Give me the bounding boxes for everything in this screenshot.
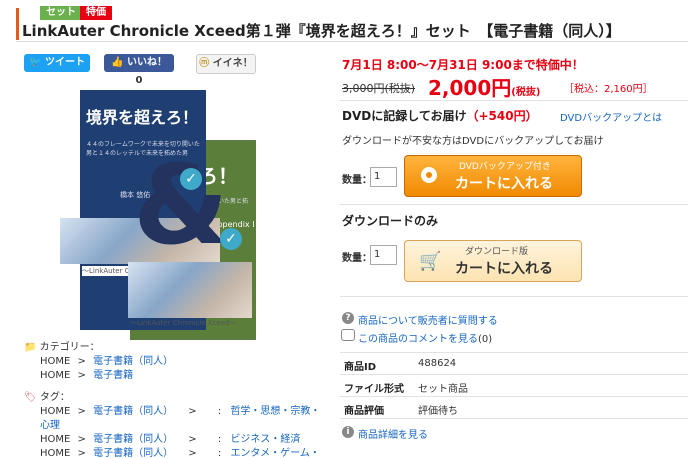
dvd-backup-info-link[interactable]: DVDバックアップとは [560,109,662,124]
original-price: 3,000円(税抜) [342,82,416,95]
table-border [340,374,688,375]
dvd-heading: DVDに記録してお届け（+540円） [342,109,538,123]
folder-icon: 📁 [24,342,37,353]
table-border [340,396,688,397]
table-border [340,418,688,419]
dvd-add-to-cart-button[interactable]: DVDバックアップ付き カートに入れる [404,155,582,197]
divider [340,100,688,101]
comment-icon [341,329,355,341]
facebook-like-button[interactable]: 👍 いいね！ 0 [104,54,174,86]
tag-icon: 🏷 [24,392,37,403]
tag-label: 🏷 タグ： [24,392,70,403]
check-icon: ✓ [180,168,202,190]
dvd-quantity-input[interactable]: 1 [370,167,397,187]
dvd-note: ダウンロードが不安な方はDVDにバックアップしてお届け [342,136,604,147]
tag-row: 心理 [40,416,60,431]
dvd-disc-icon [421,167,437,183]
title-accent-bar [16,8,19,40]
thumbs-up-icon: 👍 [111,57,127,68]
mixi-icon: ⓜ [199,58,213,69]
question-icon: ? [342,312,354,324]
category-breadcrumb: HOME > 電子書籍 [40,370,134,381]
tag-row: HOME > 電子書籍（同人） > : エンタメ・ゲーム・ [40,448,320,459]
divider [340,204,688,205]
download-quantity-label: 数量： [342,253,372,264]
check-icon: ✓ [220,228,242,250]
dvd-quantity-label: 数量： [342,175,372,186]
tweet-button[interactable]: 🐦 ツイート [24,54,90,72]
rating-value: 評価待ち [418,406,458,417]
download-quantity-input[interactable]: 1 [370,245,397,265]
category-link-ebook[interactable]: 電子書籍 [93,370,133,381]
header-divider [16,41,688,42]
download-add-to-cart-button[interactable]: 🛒 ダウンロード版 カートに入れる [404,240,582,282]
tag-row: HOME > 電子書籍（同人） > : ビジネス・経済 [40,434,301,445]
file-format-value: セット商品 [418,384,468,395]
like-count: 0 [132,75,146,86]
cart-icon: 🛒 [419,251,442,272]
set-badge: セット [40,6,82,20]
tax-included-price: ［税込：2,160円］ [564,84,653,95]
sale-price: 2,000円(税抜) [428,76,541,100]
product-title: LinkAuter Chronicle Xceed第１弾『境界を超えろ！』セット… [22,22,621,40]
tag-link-philosophy[interactable]: 哲学・思想・宗教・ [230,406,320,417]
sale-period: 7月1日 8:00〜7月31日 9:00まで特価中！ [342,58,584,72]
product-id-value: 488624 [418,358,457,369]
table-label: 商品ID [344,362,377,373]
category-breadcrumb: HOME > 電子書籍（同人） [40,356,174,367]
download-only-heading: ダウンロードのみ [342,214,439,228]
ask-seller-link[interactable]: 商品について販売者に質問する [358,312,498,327]
table-border [340,352,688,353]
product-details-link[interactable]: 商品詳細を見る [358,426,428,441]
info-icon: i [342,426,354,438]
ampersand-symbol: & [133,141,229,269]
cover-main-title: 境界を超えろ！ [86,108,199,127]
table-label: 商品評価 [344,406,384,417]
table-label: ファイル形式 [344,384,404,395]
divider [340,296,688,297]
sale-badge: 特価 [80,6,112,20]
twitter-icon: 🐦 [29,57,45,68]
tag-breadcrumb-link[interactable]: 電子書籍（同人） [93,406,173,417]
cover-appendix-photo [128,262,252,318]
mixi-check-button[interactable]: ⓜ イイネ！ [196,54,256,74]
category-label: 📁 カテゴリー： [24,342,100,353]
comments-link[interactable]: この商品のコメントを見る(0) [358,330,492,345]
tag-row: HOME > 電子書籍（同人） > : 哲学・思想・宗教・ [40,406,321,417]
